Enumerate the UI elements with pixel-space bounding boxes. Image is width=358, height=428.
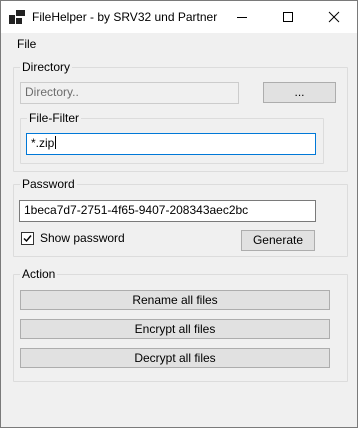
generate-button[interactable]: Generate: [241, 230, 315, 251]
browse-button[interactable]: ...: [263, 82, 336, 103]
title-bar[interactable]: FileHelper - by SRV32 und Partner: [1, 1, 357, 33]
action-group-title: Action: [20, 266, 58, 282]
maximize-button[interactable]: [265, 1, 311, 33]
menu-file[interactable]: File: [11, 36, 42, 52]
maximize-icon: [283, 12, 293, 22]
checkmark-icon: [23, 235, 32, 243]
minimize-button[interactable]: [219, 1, 265, 33]
password-group-title: Password: [20, 176, 77, 192]
app-window: FileHelper - by SRV32 und Partner File D…: [0, 0, 358, 428]
directory-path-field[interactable]: Directory..: [20, 82, 239, 104]
app-icon: [9, 10, 25, 24]
minimize-icon: [237, 17, 247, 18]
window-title: FileHelper - by SRV32 und Partner: [32, 10, 218, 24]
directory-group-title: Directory: [20, 59, 73, 75]
show-password-checkbox[interactable]: [21, 232, 34, 245]
encrypt-all-files-button[interactable]: Encrypt all files: [20, 319, 330, 339]
text-caret: [55, 136, 57, 149]
show-password-label[interactable]: Show password: [40, 231, 125, 245]
decrypt-all-files-button[interactable]: Decrypt all files: [20, 348, 330, 368]
close-icon: [328, 11, 340, 23]
close-button[interactable]: [311, 1, 357, 33]
file-filter-group-title: File-Filter: [27, 110, 81, 126]
rename-all-files-button[interactable]: Rename all files: [20, 290, 330, 310]
file-filter-input[interactable]: *.zip: [26, 133, 316, 155]
file-filter-value: *.zip: [31, 136, 55, 150]
menu-bar: File: [1, 33, 357, 55]
password-input[interactable]: 1beca7d7-2751-4f65-9407-208343aec2bc: [19, 200, 316, 222]
